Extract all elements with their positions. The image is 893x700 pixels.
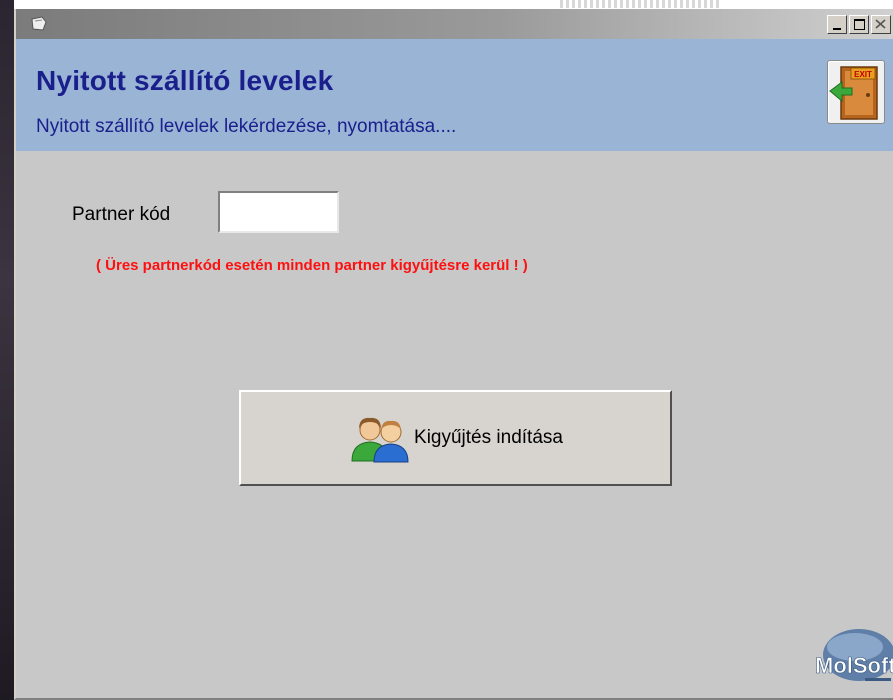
page-title: Nyitott szállító levelek bbox=[36, 65, 334, 96]
title-bar[interactable] bbox=[16, 9, 893, 39]
users-icon bbox=[351, 417, 409, 463]
exit-door-icon: EXIT bbox=[829, 66, 878, 120]
close-button[interactable] bbox=[871, 15, 891, 34]
partner-code-input[interactable] bbox=[218, 191, 339, 233]
molsoft-logo: MolSoft bbox=[815, 629, 893, 681]
start-collection-button[interactable]: Kigyűjtés indítása bbox=[239, 390, 672, 486]
partner-code-label: Partner kód bbox=[72, 204, 171, 225]
maximize-icon bbox=[854, 19, 865, 30]
minimize-button[interactable] bbox=[827, 15, 847, 34]
desktop-background bbox=[0, 0, 14, 700]
partner-warning-text: ( Üres partnerkód esetén minden partner … bbox=[96, 257, 528, 274]
header-panel: Nyitott szállító levelek Nyitott szállít… bbox=[16, 39, 893, 151]
page-subtitle: Nyitott szállító levelek lekérdezése, ny… bbox=[36, 116, 457, 137]
desktop-top-strip bbox=[560, 0, 720, 8]
exit-button[interactable]: EXIT bbox=[827, 60, 885, 124]
exit-sign-text: EXIT bbox=[854, 70, 872, 79]
minimize-icon bbox=[833, 28, 841, 30]
app-window: Nyitott szállító levelek Nyitott szállít… bbox=[14, 9, 893, 700]
logo-text: MolSoft bbox=[815, 653, 893, 678]
close-icon bbox=[875, 19, 886, 29]
start-collection-label: Kigyűjtés indítása bbox=[414, 427, 563, 448]
app-icon bbox=[31, 16, 47, 31]
maximize-button[interactable] bbox=[849, 15, 869, 34]
